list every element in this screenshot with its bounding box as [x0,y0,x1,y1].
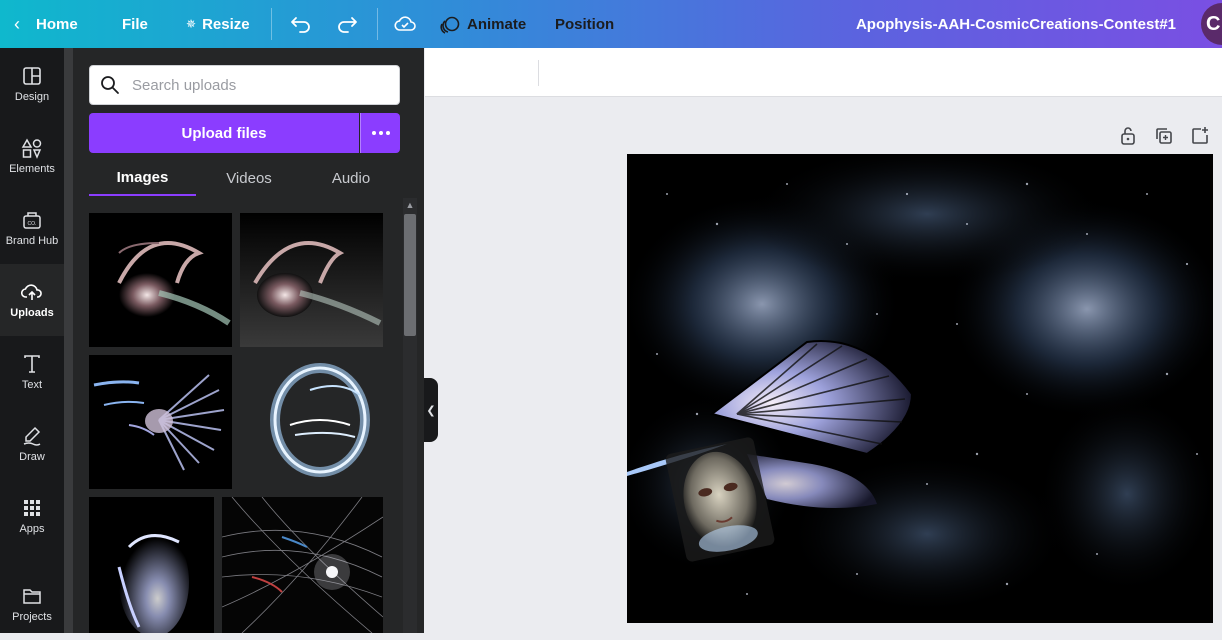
grid-icon [24,500,40,516]
rail-label: Brand Hub [5,235,59,247]
home-label: Home [36,15,78,33]
animate-icon [440,16,460,34]
design-canvas[interactable] [627,154,1213,623]
brand-kit-icon: CO. [23,212,41,229]
search-icon [101,76,119,94]
chevron-left-icon: ❮ [426,404,436,417]
upload-thumbnail[interactable] [222,497,383,633]
duplicate-page-icon[interactable] [1152,124,1176,148]
animate-label: Animate [467,16,527,33]
svg-text:CO.: CO. [28,221,37,227]
rail-item-projects[interactable]: Projects [0,568,64,640]
shapes-icon [21,138,42,159]
animate-button[interactable]: Animate [439,0,526,49]
folder-icon [23,589,41,604]
more-horizontal-icon [371,131,390,135]
rail-item-text[interactable]: Text [0,336,64,408]
rail-label: Text [21,379,43,391]
rail-label: Elements [9,163,55,175]
topbar-divider [377,8,378,40]
more-options-button[interactable] [360,113,400,153]
avatar[interactable]: C [1201,3,1222,45]
scrollbar-thumb[interactable] [404,214,416,336]
lock-icon[interactable] [1116,124,1140,148]
rail-label: Apps [19,523,45,535]
sparkle-icon: ✵ [186,17,197,31]
layout-icon [23,67,41,85]
side-navigation: Design Elements CO. Brand Hub Uploads Te… [0,48,64,633]
scroll-up-icon[interactable]: ▲ [403,198,417,212]
search-box[interactable] [89,65,400,105]
rail-item-uploads[interactable]: Uploads [0,264,64,336]
resize-button[interactable]: ✵ Resize [186,0,250,48]
collapse-panel-button[interactable]: ❮ [424,378,438,442]
upload-thumbnail[interactable] [89,355,232,489]
position-label: Position [555,16,615,33]
panel-edge [64,48,73,633]
rail-item-design[interactable]: Design [0,48,64,120]
tab-audio[interactable]: Audio [302,160,400,196]
upload-thumbnail[interactable] [240,213,383,347]
rail-item-elements[interactable]: Elements [0,120,64,192]
tab-videos[interactable]: Videos [200,160,298,196]
rail-label: Draw [19,451,45,463]
rail-label: Uploads [10,307,54,319]
position-button[interactable]: Position [555,0,614,49]
cloud-saved-icon[interactable] [391,10,419,38]
rail-label: Design [14,91,50,103]
resize-label: Resize [202,15,250,33]
toolbar-divider [538,60,539,86]
rail-item-brand-hub[interactable]: CO. Brand Hub [0,192,64,264]
redo-icon[interactable] [333,10,361,38]
rail-label: Projects [12,611,52,623]
search-input[interactable] [130,75,384,95]
file-menu-button[interactable]: File [122,0,148,48]
topbar-divider [271,8,272,40]
context-toolbar [425,48,1222,97]
text-icon [24,355,40,373]
chevron-left-icon: ‹ [14,13,20,34]
undo-icon[interactable] [287,10,315,38]
home-button[interactable]: ‹ Home [14,0,78,48]
file-label: File [122,15,148,33]
add-page-icon[interactable] [1188,124,1212,148]
upload-thumbnail[interactable] [240,355,383,489]
tab-images[interactable]: Images [89,160,196,196]
pen-icon [23,426,41,446]
upload-files-button[interactable]: Upload files [89,113,359,153]
design-title[interactable]: Apophysis-AAH-CosmicCreations-Contest#1 [856,0,1176,48]
rail-item-draw[interactable]: Draw [0,408,64,480]
rail-item-apps[interactable]: Apps [0,480,64,552]
upload-thumbnail[interactable] [89,497,214,633]
cloud-upload-icon [21,284,42,300]
upload-thumbnail[interactable] [89,213,232,347]
